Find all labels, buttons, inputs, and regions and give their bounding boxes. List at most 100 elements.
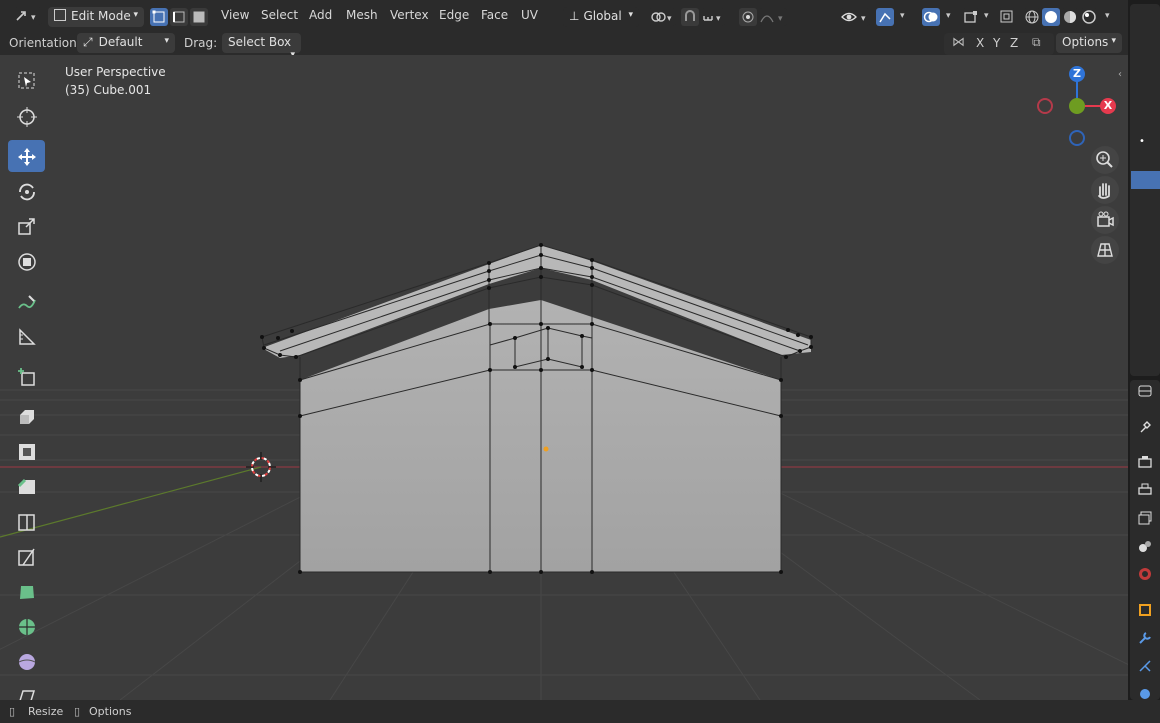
orientation-icon: ⤢ — [83, 35, 93, 49]
mirror-axis-z[interactable]: Z — [1010, 36, 1018, 50]
annotate-icon[interactable] — [8, 285, 45, 317]
menu-vertex[interactable]: Vertex — [390, 8, 429, 22]
proportional-edit-icon[interactable] — [739, 8, 757, 26]
perspective-label: User Perspective — [65, 65, 166, 79]
camera-view-icon[interactable] — [1091, 206, 1119, 234]
snap-icon[interactable] — [681, 8, 699, 26]
gizmo-z-axis[interactable]: Z — [1069, 66, 1085, 82]
shading-menu-chevron-icon[interactable]: ▾ — [1105, 11, 1110, 21]
scene-icon[interactable] — [1138, 539, 1152, 553]
object-origin — [543, 446, 549, 452]
gizmo-neg-x-axis[interactable] — [1037, 98, 1053, 114]
menu-add[interactable]: Add — [309, 8, 332, 22]
snap-target-icon[interactable]: ▾ — [701, 8, 725, 26]
rotate-icon[interactable] — [8, 175, 45, 207]
ortho-grid-icon[interactable] — [1091, 236, 1119, 264]
svg-text:▾: ▾ — [31, 13, 36, 23]
edge-select-icon[interactable] — [170, 8, 188, 26]
object-properties-icon[interactable] — [1138, 603, 1152, 617]
svg-text:▾: ▾ — [861, 14, 866, 24]
move-icon[interactable] — [8, 140, 45, 172]
mirror-axis-x[interactable]: X — [976, 36, 984, 50]
world-icon[interactable] — [1138, 567, 1152, 581]
menu-edge[interactable]: Edge — [439, 8, 469, 22]
mode-label: Edit Mode — [71, 9, 131, 23]
overlays-toggle-icon[interactable] — [922, 8, 940, 26]
material-preview-icon[interactable] — [1061, 8, 1079, 26]
topology-mirror-icon[interactable]: ⧉ — [1032, 35, 1041, 50]
smooth-icon[interactable] — [8, 645, 45, 677]
physics-icon[interactable] — [1138, 687, 1152, 701]
render-camera-icon[interactable] — [1138, 455, 1152, 469]
orientation-dropdown[interactable]: ⤢ Default ▾ — [77, 33, 175, 53]
zoom-icon[interactable] — [1091, 146, 1119, 174]
pan-hand-icon[interactable] — [1091, 176, 1119, 204]
falloff-icon[interactable]: ▾ — [759, 8, 787, 26]
wireframe-shading-icon[interactable] — [1023, 8, 1041, 26]
svg-text:▾: ▾ — [778, 14, 783, 24]
measure-icon[interactable] — [8, 320, 45, 352]
menu-uv[interactable]: UV — [521, 8, 538, 22]
selected-object-row[interactable] — [1131, 171, 1160, 189]
mode-dropdown[interactable]: Edit Mode ▾ — [48, 7, 144, 27]
menu-mesh[interactable]: Mesh — [346, 8, 378, 22]
tool-settings-bar: Orientation: ⤢Default▾ Drag: Select Box▾… — [0, 33, 1128, 60]
status-bar: ▯ Resize ▯ Options — [0, 700, 1160, 723]
options-dropdown[interactable]: Options ▾ — [1056, 33, 1122, 53]
options-label: Options — [1062, 35, 1109, 49]
add-cube-icon[interactable] — [8, 360, 45, 392]
3d-viewport[interactable]: User Perspective (35) Cube.001 Z X ‹ — [0, 55, 1128, 700]
svg-text:▾: ▾ — [667, 14, 672, 24]
gizmo-menu-chevron-icon[interactable]: ▾ — [900, 11, 905, 21]
transform-orientation-label: Global — [583, 9, 622, 23]
gizmo-neg-z-axis[interactable] — [1069, 130, 1085, 146]
mesh-overlays-menu-chevron-icon[interactable]: ▾ — [984, 11, 989, 21]
mesh-edit-overlays-icon[interactable] — [962, 8, 980, 26]
bevel-icon[interactable] — [8, 470, 45, 502]
transform-icon[interactable] — [8, 245, 45, 277]
poly-build-icon[interactable] — [8, 575, 45, 607]
collapse-sidebar-chevron-icon[interactable]: ‹ — [1118, 69, 1122, 80]
gizmo-toggle-icon[interactable] — [876, 8, 894, 26]
xray-toggle-icon[interactable] — [998, 8, 1016, 26]
mirror-axis-y[interactable]: Y — [993, 36, 1000, 50]
gizmo-x-axis[interactable]: X — [1100, 98, 1116, 114]
spin-icon[interactable] — [8, 610, 45, 642]
scale-icon[interactable] — [8, 210, 45, 242]
orientation-axes-icon: ⊥ — [569, 9, 580, 23]
extrude-icon[interactable] — [8, 400, 45, 432]
gizmo-y-axis[interactable] — [1069, 98, 1085, 114]
mouse-right-icon: ▯ — [74, 705, 81, 718]
editor-type-icon[interactable]: ▾ — [14, 7, 42, 25]
vertex-select-icon[interactable] — [150, 8, 168, 26]
overlays-menu-chevron-icon[interactable]: ▾ — [946, 11, 951, 21]
mouse-left-icon: ▯ — [9, 705, 16, 718]
loop-cut-icon[interactable] — [8, 505, 45, 537]
output-printer-icon[interactable] — [1138, 483, 1152, 497]
pivot-point-icon[interactable]: ▾ — [648, 8, 676, 26]
cursor-icon[interactable] — [8, 100, 45, 132]
header-bar: ▾ Edit Mode ▾ View Select Add Mesh Vertex… — [0, 0, 1128, 33]
viewport-scene — [0, 243, 1128, 700]
status-resize: Resize — [28, 705, 64, 718]
face-select-icon[interactable] — [190, 8, 208, 26]
solid-shading-icon[interactable] — [1042, 8, 1060, 26]
drag-label: Drag: — [184, 36, 218, 50]
view-layer-icon[interactable] — [1138, 511, 1152, 525]
particles-icon[interactable] — [1138, 659, 1152, 673]
properties-tool-icon[interactable] — [1138, 384, 1152, 398]
menu-face[interactable]: Face — [481, 8, 508, 22]
rendered-shading-icon[interactable] — [1080, 8, 1098, 26]
menu-view[interactable]: View — [221, 8, 249, 22]
menu-select[interactable]: Select — [261, 8, 298, 22]
tool-wrench-icon[interactable] — [1138, 420, 1152, 434]
select-box-icon[interactable] — [8, 64, 45, 96]
drag-dropdown[interactable]: Select Box▾ — [222, 33, 301, 60]
transform-orientation-dropdown[interactable]: ⊥ Global ▾ — [563, 7, 639, 27]
properties-editor-strip — [1128, 0, 1160, 700]
knife-icon[interactable] — [8, 540, 45, 572]
visibility-icon[interactable]: ▾ — [840, 8, 870, 26]
cube-mesh[interactable] — [260, 243, 813, 574]
modifier-wrench-icon[interactable] — [1138, 631, 1152, 645]
inset-icon[interactable] — [8, 435, 45, 467]
